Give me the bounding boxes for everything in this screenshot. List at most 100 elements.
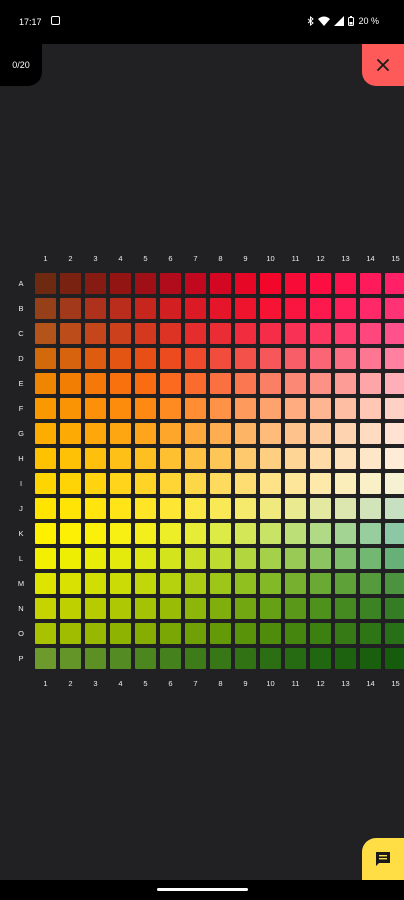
color-cell[interactable]: [85, 423, 106, 444]
color-cell[interactable]: [35, 323, 56, 344]
color-cell[interactable]: [360, 398, 381, 419]
color-cell[interactable]: [85, 448, 106, 469]
color-cell[interactable]: [110, 473, 131, 494]
color-cell[interactable]: [285, 373, 306, 394]
color-cell[interactable]: [285, 598, 306, 619]
color-cell[interactable]: [335, 473, 356, 494]
color-cell[interactable]: [60, 623, 81, 644]
color-cell[interactable]: [235, 348, 256, 369]
color-cell[interactable]: [160, 448, 181, 469]
color-cell[interactable]: [35, 498, 56, 519]
color-cell[interactable]: [185, 398, 206, 419]
color-cell[interactable]: [385, 373, 404, 394]
color-cell[interactable]: [210, 273, 231, 294]
color-cell[interactable]: [85, 623, 106, 644]
color-cell[interactable]: [235, 573, 256, 594]
color-cell[interactable]: [385, 648, 404, 669]
color-cell[interactable]: [235, 548, 256, 569]
color-cell[interactable]: [385, 573, 404, 594]
color-cell[interactable]: [260, 423, 281, 444]
color-cell[interactable]: [85, 523, 106, 544]
color-cell[interactable]: [235, 423, 256, 444]
color-cell[interactable]: [310, 473, 331, 494]
color-cell[interactable]: [110, 348, 131, 369]
color-cell[interactable]: [260, 648, 281, 669]
color-cell[interactable]: [335, 548, 356, 569]
color-cell[interactable]: [60, 273, 81, 294]
color-cell[interactable]: [360, 623, 381, 644]
color-cell[interactable]: [35, 623, 56, 644]
color-cell[interactable]: [260, 373, 281, 394]
color-cell[interactable]: [310, 373, 331, 394]
color-cell[interactable]: [335, 448, 356, 469]
color-cell[interactable]: [310, 298, 331, 319]
color-cell[interactable]: [135, 648, 156, 669]
color-cell[interactable]: [110, 523, 131, 544]
color-cell[interactable]: [135, 373, 156, 394]
color-cell[interactable]: [60, 348, 81, 369]
color-cell[interactable]: [185, 273, 206, 294]
color-cell[interactable]: [235, 648, 256, 669]
color-cell[interactable]: [310, 598, 331, 619]
color-cell[interactable]: [185, 573, 206, 594]
color-cell[interactable]: [310, 348, 331, 369]
color-cell[interactable]: [60, 598, 81, 619]
color-cell[interactable]: [385, 498, 404, 519]
color-cell[interactable]: [185, 423, 206, 444]
color-cell[interactable]: [285, 498, 306, 519]
color-cell[interactable]: [210, 498, 231, 519]
color-cell[interactable]: [185, 448, 206, 469]
color-cell[interactable]: [35, 273, 56, 294]
color-cell[interactable]: [285, 623, 306, 644]
color-cell[interactable]: [310, 623, 331, 644]
color-cell[interactable]: [160, 373, 181, 394]
color-cell[interactable]: [260, 623, 281, 644]
color-cell[interactable]: [210, 323, 231, 344]
color-cell[interactable]: [360, 598, 381, 619]
color-cell[interactable]: [310, 648, 331, 669]
color-cell[interactable]: [60, 448, 81, 469]
color-cell[interactable]: [135, 598, 156, 619]
color-cell[interactable]: [310, 398, 331, 419]
color-cell[interactable]: [385, 623, 404, 644]
color-cell[interactable]: [335, 623, 356, 644]
color-cell[interactable]: [210, 623, 231, 644]
color-cell[interactable]: [110, 648, 131, 669]
color-cell[interactable]: [85, 548, 106, 569]
color-cell[interactable]: [60, 423, 81, 444]
color-cell[interactable]: [260, 473, 281, 494]
color-cell[interactable]: [310, 548, 331, 569]
color-cell[interactable]: [360, 373, 381, 394]
color-cell[interactable]: [360, 348, 381, 369]
color-cell[interactable]: [210, 448, 231, 469]
color-cell[interactable]: [85, 648, 106, 669]
color-cell[interactable]: [85, 573, 106, 594]
color-cell[interactable]: [60, 398, 81, 419]
color-cell[interactable]: [260, 298, 281, 319]
color-cell[interactable]: [335, 423, 356, 444]
color-cell[interactable]: [385, 473, 404, 494]
color-cell[interactable]: [185, 648, 206, 669]
color-cell[interactable]: [135, 423, 156, 444]
color-cell[interactable]: [310, 498, 331, 519]
color-cell[interactable]: [260, 523, 281, 544]
color-cell[interactable]: [360, 448, 381, 469]
color-cell[interactable]: [135, 448, 156, 469]
color-cell[interactable]: [35, 548, 56, 569]
color-cell[interactable]: [60, 648, 81, 669]
color-cell[interactable]: [385, 423, 404, 444]
color-cell[interactable]: [160, 398, 181, 419]
color-cell[interactable]: [185, 373, 206, 394]
color-cell[interactable]: [385, 548, 404, 569]
color-cell[interactable]: [160, 348, 181, 369]
color-cell[interactable]: [335, 598, 356, 619]
color-cell[interactable]: [335, 323, 356, 344]
color-cell[interactable]: [160, 298, 181, 319]
color-cell[interactable]: [85, 473, 106, 494]
color-cell[interactable]: [160, 498, 181, 519]
color-cell[interactable]: [235, 273, 256, 294]
color-cell[interactable]: [385, 448, 404, 469]
color-cell[interactable]: [360, 473, 381, 494]
color-cell[interactable]: [135, 323, 156, 344]
color-cell[interactable]: [385, 398, 404, 419]
